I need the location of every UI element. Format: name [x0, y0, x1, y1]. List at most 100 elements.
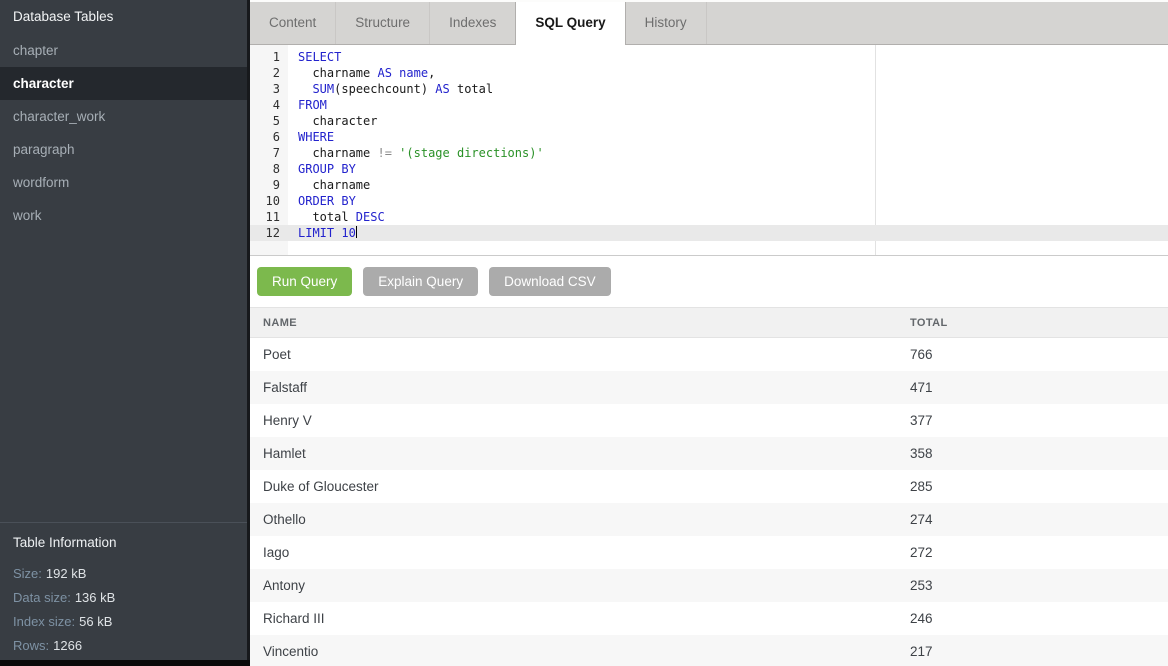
result-name-cell: Iago [250, 536, 897, 569]
result-name-cell: Poet [250, 338, 897, 371]
sidebar-bottom-strip [0, 660, 250, 666]
result-name-cell: Henry V [250, 404, 897, 437]
results-column-header-name: NAME [250, 308, 897, 338]
database-tables-sidebar: Database Tables chaptercharactercharacte… [0, 0, 250, 666]
tab-structure[interactable]: Structure [336, 2, 430, 44]
result-name-cell: Hamlet [250, 437, 897, 470]
sidebar-item-wordform[interactable]: wordform [0, 166, 247, 199]
tab-sql-query[interactable]: SQL Query [515, 2, 625, 45]
sql-token: charname [298, 178, 370, 192]
table-stat-value: 1266 [53, 638, 82, 653]
sql-token: '(stage directions)' [399, 146, 544, 160]
editor-line: 2 charname AS name, [250, 65, 1168, 81]
query-toolbar: Run Query Explain Query Download CSV [250, 256, 1168, 307]
sidebar-item-character_work[interactable]: character_work [0, 100, 247, 133]
code-text: SELECT [288, 49, 341, 65]
table-row[interactable]: Poet766 [250, 338, 1168, 371]
table-stat-value: 192 kB [46, 566, 86, 581]
download-csv-button[interactable]: Download CSV [489, 267, 611, 296]
table-stat-label: Data size: [13, 590, 71, 605]
line-number: 9 [250, 177, 288, 193]
editor-line: 6 WHERE [250, 129, 1168, 145]
sidebar-title: Database Tables [0, 0, 247, 34]
code-text: charname AS name, [288, 65, 435, 81]
line-number: 6 [250, 129, 288, 145]
line-number: 3 [250, 81, 288, 97]
results-column-header-total: TOTAL [897, 308, 1168, 338]
table-row[interactable]: Othello274 [250, 503, 1168, 536]
editor-line: 12LIMIT 10 [250, 225, 1168, 241]
line-number: 12 [250, 225, 288, 241]
sidebar-item-paragraph[interactable]: paragraph [0, 133, 247, 166]
editor-line: 9 charname [250, 177, 1168, 193]
result-total-cell: 253 [897, 569, 1168, 602]
table-stat: Data size: 136 kB [13, 586, 234, 610]
table-row[interactable]: Duke of Gloucester285 [250, 470, 1168, 503]
sql-token: character [298, 114, 377, 128]
sql-token: != [377, 146, 391, 160]
code-text: SUM(speechcount) AS total [288, 81, 493, 97]
results-table: NAMETOTAL Poet766Falstaff471Henry V377Ha… [250, 307, 1168, 666]
result-total-cell: 246 [897, 602, 1168, 635]
sql-token: FROM [298, 98, 327, 112]
text-cursor [356, 226, 357, 238]
sql-token: total [298, 210, 356, 224]
table-stat: Rows: 1266 [13, 634, 234, 658]
result-name-cell: Duke of Gloucester [250, 470, 897, 503]
result-total-cell: 358 [897, 437, 1168, 470]
results-area: NAMETOTAL Poet766Falstaff471Henry V377Ha… [250, 307, 1168, 666]
table-row[interactable]: Vincentio217 [250, 635, 1168, 666]
table-row[interactable]: Richard III246 [250, 602, 1168, 635]
code-text: WHERE [288, 129, 334, 145]
line-number: 2 [250, 65, 288, 81]
table-stat-value: 56 kB [79, 614, 112, 629]
result-total-cell: 272 [897, 536, 1168, 569]
table-stat-value: 136 kB [75, 590, 115, 605]
code-text: charname != '(stage directions)' [288, 145, 544, 161]
explain-query-button[interactable]: Explain Query [363, 267, 478, 296]
editor-line: 8 GROUP BY [250, 161, 1168, 177]
sql-token: GROUP BY [298, 162, 356, 176]
result-total-cell: 766 [897, 338, 1168, 371]
sql-token: AS [435, 82, 449, 96]
result-total-cell: 285 [897, 470, 1168, 503]
sidebar-item-character[interactable]: character [0, 67, 247, 100]
run-query-button[interactable]: Run Query [257, 267, 352, 296]
code-text: GROUP BY [288, 161, 356, 177]
table-stat: Size:192 kB [13, 562, 234, 586]
table-row[interactable]: Falstaff471 [250, 371, 1168, 404]
line-number: 10 [250, 193, 288, 209]
line-number: 8 [250, 161, 288, 177]
table-stat-label: Rows: [13, 638, 49, 653]
table-row[interactable]: Iago272 [250, 536, 1168, 569]
result-name-cell: Othello [250, 503, 897, 536]
sql-token: charname [298, 66, 377, 80]
table-row[interactable]: Henry V377 [250, 404, 1168, 437]
line-number: 4 [250, 97, 288, 113]
table-stat-label: Index size: [13, 614, 75, 629]
sql-token: charname [298, 146, 377, 160]
line-number: 5 [250, 113, 288, 129]
tab-indexes[interactable]: Indexes [430, 2, 516, 44]
sidebar-item-chapter[interactable]: chapter [0, 34, 247, 67]
result-name-cell: Falstaff [250, 371, 897, 404]
table-row[interactable]: Antony253 [250, 569, 1168, 602]
table-row[interactable]: Hamlet358 [250, 437, 1168, 470]
sql-token: SUM [312, 82, 334, 96]
code-text: character [288, 113, 377, 129]
editor-line: 5 character [250, 113, 1168, 129]
sql-editor[interactable]: 1SELECT2 charname AS name,3 SUM(speechco… [250, 45, 1168, 256]
code-text: total DESC [288, 209, 385, 225]
tab-history[interactable]: History [626, 2, 707, 44]
sidebar-item-work[interactable]: work [0, 199, 247, 232]
editor-line: 1SELECT [250, 49, 1168, 65]
code-text: LIMIT 10 [288, 225, 357, 241]
sql-token: SELECT [298, 50, 341, 64]
line-number: 7 [250, 145, 288, 161]
sql-token: WHERE [298, 130, 334, 144]
table-information-stats: Size:192 kB Data size: 136 kBIndex size: 56… [13, 562, 234, 658]
sql-token: (speechcount) [334, 82, 435, 96]
tab-content[interactable]: Content [250, 2, 336, 44]
code-text: ORDER BY [288, 193, 356, 209]
tab-bar: ContentStructureIndexesSQL QueryHistory [250, 0, 1168, 45]
